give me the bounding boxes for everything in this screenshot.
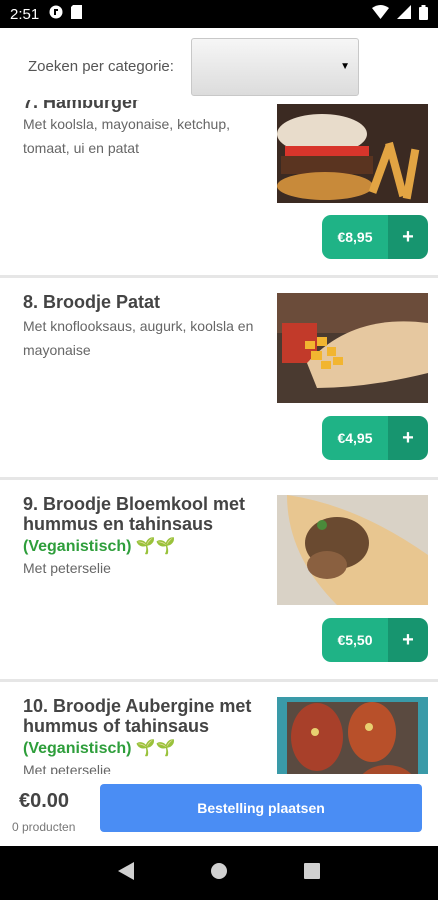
- category-filter-bar: Zoeken per categorie: ▼: [0, 28, 438, 100]
- wifi-icon: [372, 5, 389, 23]
- status-bar: 2:51: [0, 0, 438, 28]
- add-to-cart-button[interactable]: €5,50 +: [322, 618, 428, 662]
- product-item: 10. Broodje Aubergine met hummus of tahi…: [0, 682, 438, 774]
- product-description: Met peterselie: [23, 560, 111, 576]
- battery-icon: [419, 4, 428, 24]
- place-order-button[interactable]: Bestelling plaatsen: [100, 784, 422, 832]
- product-count: 0 producten: [12, 820, 76, 834]
- plus-icon: +: [388, 618, 428, 662]
- price-label: €5,50: [322, 618, 388, 662]
- price-label: €4,95: [322, 416, 388, 460]
- order-total: €0.00: [19, 790, 70, 812]
- vegan-label: (Veganistisch) 🌱🌱: [23, 538, 176, 555]
- product-item: 8. Broodje Patat Met knoflooksaus, augur…: [0, 278, 438, 478]
- signal-icon: [397, 5, 411, 23]
- plus-icon: +: [388, 416, 428, 460]
- price-label: €8,95: [322, 215, 388, 259]
- product-image-hamburger: [277, 104, 428, 203]
- sim-icon: [71, 5, 83, 23]
- plus-icon: +: [388, 215, 428, 259]
- vegan-label: (Veganistisch) 🌱🌱: [23, 740, 176, 757]
- add-to-cart-button[interactable]: €4,95 +: [322, 416, 428, 460]
- product-item: 9. Broodje Bloemkool met hummus en tahin…: [0, 480, 438, 680]
- product-description: Met koolsla, mayonaise, ketchup, tomaat,…: [23, 116, 230, 156]
- product-title: 7. Hamburger: [23, 100, 140, 112]
- dropdown-caret-icon: ▼: [340, 61, 350, 72]
- recents-icon[interactable]: [304, 862, 320, 884]
- add-to-cart-button[interactable]: €8,95 +: [322, 215, 428, 259]
- product-image-broodje-patat: [277, 293, 428, 403]
- product-description: Met peterselie: [23, 762, 111, 774]
- filter-label: Zoeken per categorie:: [28, 58, 174, 75]
- order-footer: €0.00 0 producten Bestelling plaatsen: [0, 774, 438, 846]
- product-item: 7. Hamburger Met koolsla, mayonaise, ket…: [0, 100, 438, 275]
- category-select[interactable]: ▼: [191, 38, 359, 96]
- back-icon[interactable]: [118, 861, 134, 885]
- product-title: 9. Broodje Bloemkool met hummus en tahin…: [23, 494, 246, 534]
- product-image-broodje-aubergine: [277, 697, 428, 774]
- product-title: 8. Broodje Patat: [23, 292, 161, 312]
- status-time: 2:51: [10, 5, 40, 23]
- product-list[interactable]: 7. Hamburger Met koolsla, mayonaise, ket…: [0, 100, 438, 774]
- system-nav-bar: [0, 846, 438, 900]
- home-icon[interactable]: [210, 862, 228, 885]
- app-notification-icon: [49, 5, 63, 23]
- product-description: Met knoflooksaus, augurk, koolsla en may…: [23, 318, 254, 358]
- product-image-broodje-bloemkool: [277, 495, 428, 605]
- product-title: 10. Broodje Aubergine met hummus of tahi…: [23, 696, 252, 736]
